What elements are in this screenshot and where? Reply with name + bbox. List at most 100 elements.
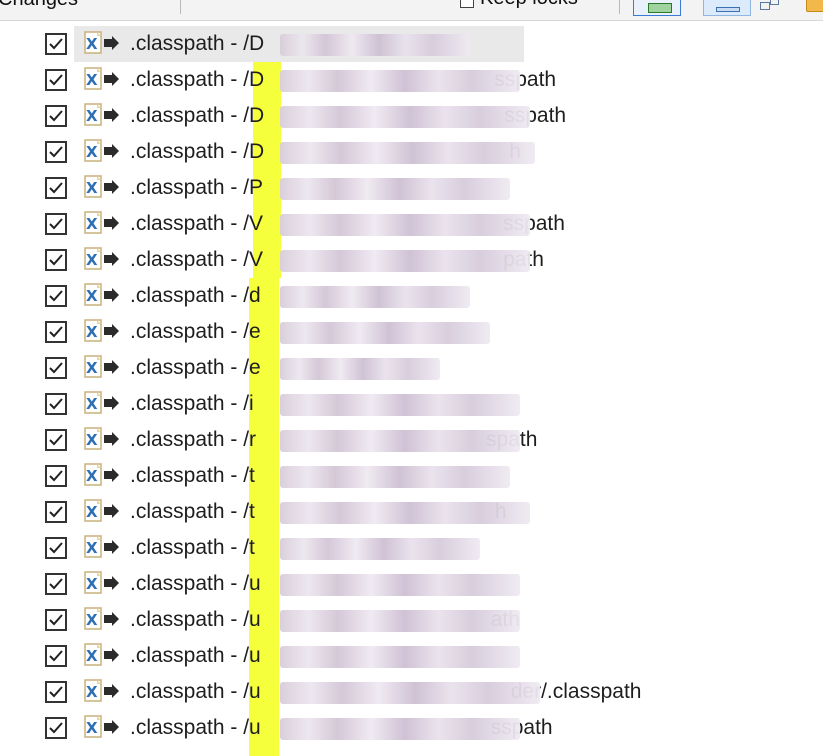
list-item[interactable]: X .classpath - /u bbox=[40, 566, 800, 602]
include-checkbox[interactable] bbox=[45, 213, 67, 235]
keep-locks-option[interactable]: Keep locks bbox=[460, 0, 578, 14]
xml-outgoing-file-icon: X bbox=[82, 499, 122, 525]
list-item[interactable]: X.classpath - /Vpath bbox=[40, 242, 800, 278]
tree-view-button[interactable] bbox=[703, 0, 751, 16]
redacted-path bbox=[280, 178, 510, 200]
toolbar-separator bbox=[180, 0, 181, 14]
xml-outgoing-file-icon: X bbox=[82, 463, 122, 489]
redacted-path bbox=[280, 358, 440, 380]
include-checkbox[interactable] bbox=[45, 357, 67, 379]
redacted-path bbox=[280, 34, 470, 56]
path-start: /e bbox=[243, 320, 261, 343]
xml-outgoing-file-icon: X bbox=[82, 427, 122, 453]
list-item[interactable]: X .classpath - /D sspath bbox=[40, 62, 800, 98]
include-checkbox[interactable] bbox=[45, 69, 67, 91]
include-checkbox[interactable] bbox=[45, 141, 67, 163]
file-name: .classpath - bbox=[130, 536, 244, 559]
svg-text:X: X bbox=[86, 719, 98, 737]
redacted-path bbox=[280, 682, 540, 704]
redacted-path bbox=[280, 70, 520, 92]
keep-locks-checkbox[interactable] bbox=[460, 0, 474, 8]
include-checkbox[interactable] bbox=[45, 285, 67, 307]
list-item[interactable]: X .classpath - /u der/.classpath bbox=[40, 674, 800, 710]
redacted-path bbox=[280, 718, 520, 740]
file-name: .classpath - bbox=[130, 680, 244, 703]
include-checkbox[interactable] bbox=[45, 537, 67, 559]
redacted-path bbox=[280, 250, 530, 272]
list-item[interactable]: X.classpath - /uath bbox=[40, 602, 800, 638]
svg-text:X: X bbox=[86, 143, 98, 161]
path-start: /D bbox=[243, 68, 265, 91]
list-item[interactable]: X.classpath - /rspath bbox=[40, 422, 800, 458]
xml-outgoing-file-icon: X bbox=[82, 319, 122, 345]
svg-text:X: X bbox=[86, 647, 98, 665]
include-checkbox[interactable] bbox=[45, 573, 67, 595]
xml-outgoing-file-icon: X bbox=[82, 175, 122, 201]
file-name: .classpath - bbox=[130, 608, 244, 631]
list-item[interactable]: X.classpath - /th bbox=[40, 494, 800, 530]
compressed-view-icon[interactable] bbox=[760, 0, 779, 12]
path-start: /t bbox=[243, 464, 255, 487]
file-name: .classpath - bbox=[130, 716, 244, 739]
list-item[interactable]: X .classpath - /e bbox=[40, 314, 800, 350]
folder-icon[interactable] bbox=[806, 0, 823, 12]
include-checkbox[interactable] bbox=[45, 393, 67, 415]
include-checkbox[interactable] bbox=[45, 465, 67, 487]
svg-text:X: X bbox=[86, 683, 98, 701]
include-checkbox[interactable] bbox=[45, 717, 67, 739]
list-item[interactable]: X.classpath - /Dh bbox=[40, 134, 800, 170]
xml-outgoing-file-icon: X bbox=[82, 571, 122, 597]
path-start: /i bbox=[243, 392, 254, 415]
list-item[interactable]: X .classpath - /u bbox=[40, 638, 800, 674]
svg-text:X: X bbox=[86, 539, 98, 557]
flat-view-button[interactable] bbox=[633, 0, 681, 16]
include-checkbox[interactable] bbox=[45, 609, 67, 631]
list-item[interactable]: X .classpath - /e bbox=[40, 350, 800, 386]
redacted-path bbox=[280, 286, 470, 308]
redacted-path bbox=[280, 106, 530, 128]
include-checkbox[interactable] bbox=[45, 321, 67, 343]
flat-view-icon bbox=[648, 3, 672, 13]
file-name: .classpath - bbox=[130, 320, 244, 343]
list-item[interactable]: X .classpath - /t bbox=[40, 530, 800, 566]
xml-outgoing-file-icon: X bbox=[82, 67, 122, 93]
include-checkbox[interactable] bbox=[45, 645, 67, 667]
redacted-path bbox=[280, 610, 520, 632]
include-checkbox[interactable] bbox=[45, 429, 67, 451]
list-item[interactable]: X .classpath - /D sspath bbox=[40, 98, 800, 134]
svg-text:X: X bbox=[86, 287, 98, 305]
include-checkbox[interactable] bbox=[45, 681, 67, 703]
list-item[interactable]: X .classpath - /u sspath bbox=[40, 710, 800, 746]
xml-outgoing-file-icon: X bbox=[82, 31, 122, 57]
xml-outgoing-file-icon: X bbox=[82, 643, 122, 669]
path-start: /D bbox=[243, 140, 265, 163]
list-item[interactable]: X .classpath - /D bbox=[40, 26, 800, 62]
path-start: /D bbox=[243, 32, 265, 55]
xml-outgoing-file-icon: X bbox=[82, 535, 122, 561]
svg-text:X: X bbox=[86, 431, 98, 449]
svg-text:X: X bbox=[86, 323, 98, 341]
include-checkbox[interactable] bbox=[45, 105, 67, 127]
include-checkbox[interactable] bbox=[45, 501, 67, 523]
redacted-path bbox=[280, 538, 480, 560]
redacted-path bbox=[280, 430, 520, 452]
keep-locks-label: Keep locks bbox=[480, 0, 578, 10]
list-item[interactable]: X .classpath - /P bbox=[40, 170, 800, 206]
xml-outgoing-file-icon: X bbox=[82, 139, 122, 165]
include-checkbox[interactable] bbox=[45, 249, 67, 271]
xml-outgoing-file-icon: X bbox=[82, 355, 122, 381]
path-start: /V bbox=[243, 212, 264, 235]
include-checkbox[interactable] bbox=[45, 177, 67, 199]
list-item[interactable]: X .classpath - /i bbox=[40, 386, 800, 422]
svg-text:X: X bbox=[86, 611, 98, 629]
svg-text:X: X bbox=[86, 251, 98, 269]
path-start: /V bbox=[243, 248, 264, 271]
file-name: .classpath - bbox=[130, 644, 244, 667]
file-name: .classpath - bbox=[130, 392, 244, 415]
include-checkbox[interactable] bbox=[45, 33, 67, 55]
list-item[interactable]: X .classpath - /t bbox=[40, 458, 800, 494]
list-item[interactable]: X .classpath - /V sspath bbox=[40, 206, 800, 242]
list-item[interactable]: X .classpath - /d bbox=[40, 278, 800, 314]
path-start: /t bbox=[243, 500, 255, 523]
file-name: .classpath - bbox=[130, 212, 244, 235]
